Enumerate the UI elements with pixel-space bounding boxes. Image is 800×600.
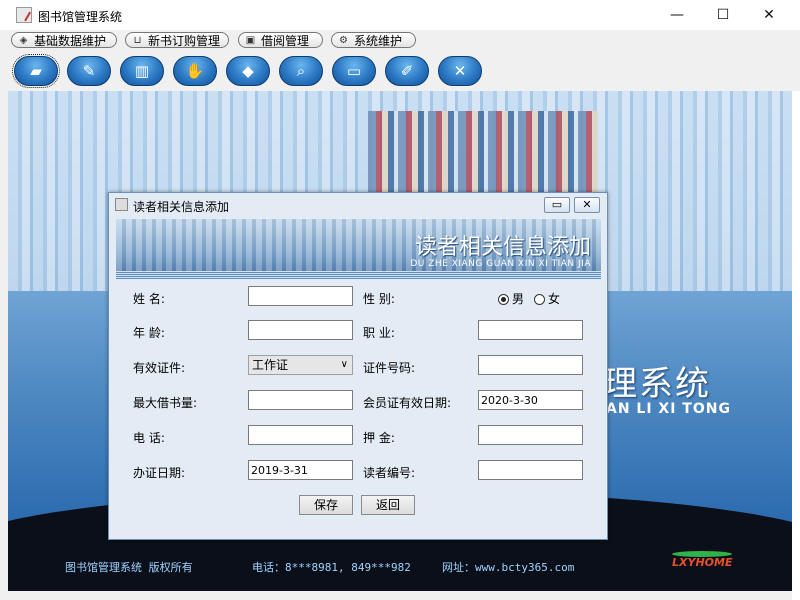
menu-system[interactable]: ⚙ 系统维护 [331, 32, 416, 48]
window-title: 图书馆管理系统 [38, 10, 123, 24]
edit-icon: ✐ [400, 62, 414, 80]
id-type-label: 有效证件: [133, 361, 186, 375]
magnifier-icon: ⌕ [296, 62, 306, 80]
pen-icon: ✎ [82, 62, 96, 80]
dialog-minimize-button[interactable]: ▭ [544, 197, 570, 213]
toolbar-pen-button[interactable]: ✎ [67, 56, 111, 86]
minimize-button[interactable]: — [654, 0, 700, 30]
menu-borrow[interactable]: ▣ 借阅管理 [238, 32, 323, 48]
company-logo: LXYHOME [672, 556, 733, 569]
age-input[interactable] [248, 320, 353, 340]
job-label: 职 业: [363, 326, 395, 340]
menu-label: 新书订购管理 [148, 34, 221, 48]
chevron-down-icon: ∨ [340, 359, 348, 370]
toolbar-hand-button[interactable]: ✋ [173, 56, 217, 86]
hand-icon: ✋ [185, 62, 205, 80]
dialog-close-button[interactable]: ✕ [574, 197, 600, 213]
menu-label: 借阅管理 [261, 34, 310, 48]
banner-subtitle: DU ZHE XIANG GUAN XIN XI TIAN JIA [410, 259, 591, 269]
id-number-input[interactable] [478, 355, 583, 375]
max-borrow-label: 最大借书量: [133, 396, 198, 410]
menu-new-book-order[interactable]: ⊔ 新书订购管理 [125, 32, 229, 48]
phone-label: 电 话: [133, 431, 165, 445]
cube-icon: ◈ [19, 35, 28, 46]
footer-website: 网址：www.bcty365.com [442, 561, 575, 574]
radio-unchecked-icon [534, 294, 545, 305]
java-app-icon [115, 198, 128, 211]
monitor-icon: ▭ [346, 62, 362, 80]
background-title: 理系统 [603, 364, 711, 404]
name-input[interactable] [248, 286, 353, 306]
footer-copyright: 图书馆管理系统 版权所有 [65, 561, 193, 574]
gender-label: 性 别: [363, 292, 395, 306]
menu-basic-data[interactable]: ◈ 基础数据维护 [11, 32, 117, 48]
toolbar-search-button[interactable]: ⌕ [279, 56, 323, 86]
lock-icon: ▣ [245, 35, 256, 46]
books-icon: ▥ [134, 62, 150, 80]
save-button[interactable]: 保存 [299, 495, 353, 515]
gender-female-radio[interactable]: 女 [534, 290, 560, 307]
java-app-icon [16, 7, 32, 23]
dialog-titlebar: 读者相关信息添加 ▭ ✕ [109, 193, 607, 217]
toolbar-book-button[interactable]: ▰ [12, 54, 60, 88]
boxes-icon: ◆ [242, 62, 254, 80]
banner-stripe-bar [116, 271, 601, 279]
banner-title: 读者相关信息添加 [414, 235, 591, 260]
name-label: 姓 名: [133, 292, 165, 306]
menu-label: 基础数据维护 [34, 34, 107, 48]
issue-date-label: 办证日期: [133, 466, 186, 480]
cart-icon: ⊔ [133, 35, 142, 46]
gears-icon: ⚙ [339, 35, 348, 46]
window-titlebar: 图书馆管理系统 — ☐ ✕ [0, 0, 800, 30]
gender-male-label: 男 [512, 292, 525, 306]
menu-label: 系统维护 [354, 34, 403, 48]
member-valid-input[interactable] [478, 390, 583, 410]
tools-icon: ✕ [453, 62, 467, 80]
deposit-label: 押 金: [363, 431, 395, 445]
gender-female-label: 女 [548, 292, 561, 306]
reader-no-input[interactable] [478, 460, 583, 480]
toolbar-monitor-button[interactable]: ▭ [332, 56, 376, 86]
job-input[interactable] [478, 320, 583, 340]
dialog-title: 读者相关信息添加 [133, 200, 230, 214]
book-icon: ▰ [30, 62, 42, 80]
toolbar-boxes-button[interactable]: ◆ [226, 56, 270, 86]
back-button[interactable]: 返回 [361, 495, 415, 515]
deposit-input[interactable] [478, 425, 583, 445]
reader-add-dialog: 读者相关信息添加 ▭ ✕ 读者相关信息添加 DU ZHE XIANG GUAN … [108, 192, 608, 540]
toolbar-books-button[interactable]: ▥ [120, 56, 164, 86]
menu-bar: ◈ 基础数据维护 ⊔ 新书订购管理 ▣ 借阅管理 ⚙ 系统维护 [0, 30, 800, 51]
id-type-select[interactable]: 工作证 ∨ [248, 355, 353, 375]
phone-input[interactable] [248, 425, 353, 445]
toolbar-tools-button[interactable]: ✕ [438, 56, 482, 86]
age-label: 年 龄: [133, 326, 165, 340]
dialog-banner: 读者相关信息添加 DU ZHE XIANG GUAN XIN XI TIAN J… [116, 219, 601, 279]
max-borrow-input[interactable] [248, 390, 353, 410]
window-edge [792, 91, 800, 600]
id-number-label: 证件号码: [363, 361, 416, 375]
maximize-button[interactable]: ☐ [700, 0, 746, 30]
radio-checked-icon [498, 294, 509, 305]
background-subtitle: AN LI XI TONG [606, 401, 731, 417]
reader-no-label: 读者编号: [363, 466, 416, 480]
member-valid-label: 会员证有效日期: [363, 396, 452, 410]
gender-male-radio[interactable]: 男 [498, 290, 524, 307]
issue-date-input[interactable] [248, 460, 353, 480]
toolbar-edit-button[interactable]: ✐ [385, 56, 429, 86]
toolbar: ▰ ✎ ▥ ✋ ◆ ⌕ ▭ ✐ ✕ [0, 51, 800, 91]
footer-phone: 电话：8***8981, 849***982 [252, 561, 411, 574]
close-button[interactable]: ✕ [746, 0, 792, 30]
id-type-value: 工作证 [252, 358, 289, 372]
